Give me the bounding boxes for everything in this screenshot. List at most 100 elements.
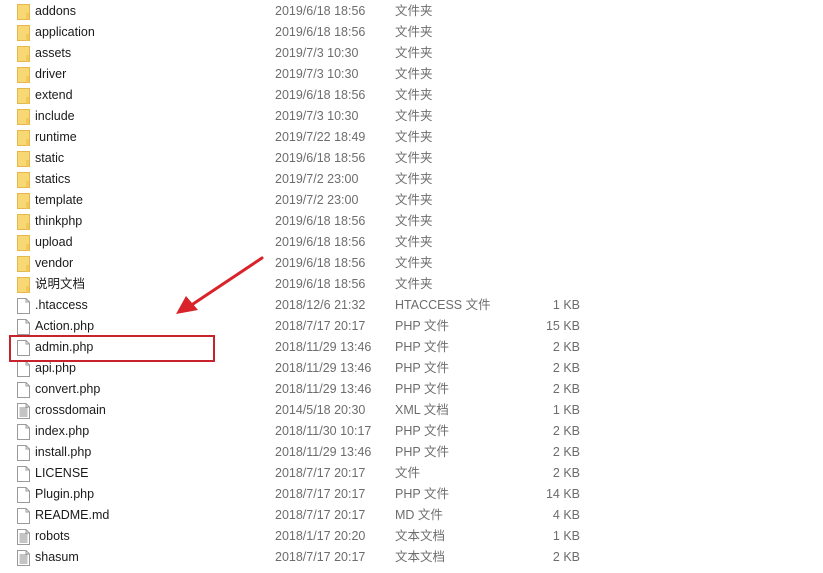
file-date: 2018/7/17 20:17 xyxy=(275,508,366,522)
file-date: 2019/6/18 18:56 xyxy=(275,214,366,228)
file-row[interactable]: assets 2019/7/3 10:30 文件夹 xyxy=(0,43,823,64)
file-icon xyxy=(17,466,30,482)
file-row[interactable]: crossdomain 2014/5/18 20:30 XML 文档 1 KB xyxy=(0,400,823,421)
folder-icon xyxy=(17,88,30,104)
file-date: 2018/1/17 20:20 xyxy=(275,529,366,543)
file-row[interactable]: upload 2019/6/18 18:56 文件夹 xyxy=(0,232,823,253)
file-row[interactable]: application 2019/6/18 18:56 文件夹 xyxy=(0,22,823,43)
file-type: 文件夹 xyxy=(395,25,433,39)
file-row[interactable]: template 2019/7/2 23:00 文件夹 xyxy=(0,190,823,211)
text-document-icon xyxy=(17,529,30,545)
file-size: 1 KB xyxy=(552,403,580,417)
file-type: PHP 文件 xyxy=(395,382,449,396)
file-row[interactable]: README.md 2018/7/17 20:17 MD 文件 4 KB xyxy=(0,505,823,526)
file-date: 2018/11/29 13:46 xyxy=(275,340,372,354)
file-name: include xyxy=(35,109,75,123)
file-type: 文件夹 xyxy=(395,88,433,102)
file-row[interactable]: vendor 2019/6/18 18:56 文件夹 xyxy=(0,253,823,274)
file-date: 2018/11/29 13:46 xyxy=(275,361,372,375)
file-type: 文件夹 xyxy=(395,46,433,60)
file-type: 文件夹 xyxy=(395,256,433,270)
file-date: 2018/7/17 20:17 xyxy=(275,487,366,501)
file-type: 文本文档 xyxy=(395,529,446,543)
file-type: 文件夹 xyxy=(395,4,433,18)
file-row[interactable]: .htaccess 2018/12/6 21:32 HTACCESS 文件 1 KB xyxy=(0,295,823,316)
file-row[interactable]: static 2019/6/18 18:56 文件夹 xyxy=(0,148,823,169)
file-name: addons xyxy=(35,4,77,18)
file-date: 2018/11/29 13:46 xyxy=(275,445,372,459)
file-icon xyxy=(17,382,30,398)
folder-icon xyxy=(17,25,30,41)
file-date: 2019/7/3 10:30 xyxy=(275,109,359,123)
file-date: 2019/7/3 10:30 xyxy=(275,46,359,60)
file-row[interactable]: LICENSE 2018/7/17 20:17 文件 2 KB xyxy=(0,463,823,484)
file-type: 文件夹 xyxy=(395,214,433,228)
text-document-icon xyxy=(17,403,30,419)
file-date: 2019/7/2 23:00 xyxy=(275,193,359,207)
file-name: .htaccess xyxy=(35,298,88,312)
file-name: crossdomain xyxy=(35,403,106,417)
file-row[interactable]: 说明文档 2019/6/18 18:56 文件夹 xyxy=(0,274,823,295)
text-document-icon xyxy=(17,550,30,566)
file-size: 14 KB xyxy=(545,487,580,501)
file-size: 2 KB xyxy=(552,424,580,438)
file-row[interactable]: addons 2019/6/18 18:56 文件夹 xyxy=(0,1,823,22)
file-date: 2019/6/18 18:56 xyxy=(275,235,366,249)
file-size: 2 KB xyxy=(552,382,580,396)
file-row[interactable]: Plugin.php 2018/7/17 20:17 PHP 文件 14 KB xyxy=(0,484,823,505)
file-name: application xyxy=(35,25,95,39)
file-name: LICENSE xyxy=(35,466,89,480)
file-type: XML 文档 xyxy=(395,403,449,417)
file-row[interactable]: statics 2019/7/2 23:00 文件夹 xyxy=(0,169,823,190)
file-row[interactable]: driver 2019/7/3 10:30 文件夹 xyxy=(0,64,823,85)
file-date: 2018/7/17 20:17 xyxy=(275,466,366,480)
file-name: 说明文档 xyxy=(35,277,86,291)
file-type: 文件 xyxy=(395,466,421,480)
folder-icon xyxy=(17,235,30,251)
file-row[interactable]: thinkphp 2019/6/18 18:56 文件夹 xyxy=(0,211,823,232)
file-type: 文件夹 xyxy=(395,109,433,123)
file-type: MD 文件 xyxy=(395,508,443,522)
file-name: statics xyxy=(35,172,71,186)
folder-icon xyxy=(17,172,30,188)
file-name: driver xyxy=(35,67,67,81)
file-row[interactable]: index.php 2018/11/30 10:17 PHP 文件 2 KB xyxy=(0,421,823,442)
file-row[interactable]: runtime 2019/7/22 18:49 文件夹 xyxy=(0,127,823,148)
file-name: assets xyxy=(35,46,72,60)
file-date: 2019/6/18 18:56 xyxy=(275,277,366,291)
folder-icon xyxy=(17,46,30,62)
folder-icon xyxy=(17,193,30,209)
file-type: PHP 文件 xyxy=(395,487,449,501)
file-date: 2019/6/18 18:56 xyxy=(275,25,366,39)
file-name: index.php xyxy=(35,424,90,438)
file-date: 2019/6/18 18:56 xyxy=(275,4,366,18)
file-row[interactable]: convert.php 2018/11/29 13:46 PHP 文件 2 KB xyxy=(0,379,823,400)
file-name: Plugin.php xyxy=(35,487,95,501)
file-icon xyxy=(17,319,30,335)
file-name: extend xyxy=(35,88,73,102)
file-type: 文件夹 xyxy=(395,151,433,165)
highlight-box xyxy=(9,335,215,362)
file-row[interactable]: extend 2019/6/18 18:56 文件夹 xyxy=(0,85,823,106)
folder-icon xyxy=(17,67,30,83)
file-date: 2018/11/30 10:17 xyxy=(275,424,372,438)
folder-icon xyxy=(17,214,30,230)
file-row[interactable]: robots 2018/1/17 20:20 文本文档 1 KB xyxy=(0,526,823,547)
file-date: 2014/5/18 20:30 xyxy=(275,403,366,417)
file-icon xyxy=(17,487,30,503)
folder-icon xyxy=(17,4,30,20)
file-date: 2018/7/17 20:17 xyxy=(275,319,366,333)
file-type: 文件夹 xyxy=(395,193,433,207)
file-name: vendor xyxy=(35,256,74,270)
file-row[interactable]: include 2019/7/3 10:30 文件夹 xyxy=(0,106,823,127)
file-name: README.md xyxy=(35,508,110,522)
file-name: runtime xyxy=(35,130,77,144)
folder-icon xyxy=(17,277,30,293)
file-type: 文件夹 xyxy=(395,130,433,144)
file-type: 文件夹 xyxy=(395,235,433,249)
file-row[interactable]: install.php 2018/11/29 13:46 PHP 文件 2 KB xyxy=(0,442,823,463)
file-type: HTACCESS 文件 xyxy=(395,298,491,312)
file-icon xyxy=(17,508,30,524)
file-type: PHP 文件 xyxy=(395,340,449,354)
file-row[interactable]: Action.php 2018/7/17 20:17 PHP 文件 15 KB xyxy=(0,316,823,337)
